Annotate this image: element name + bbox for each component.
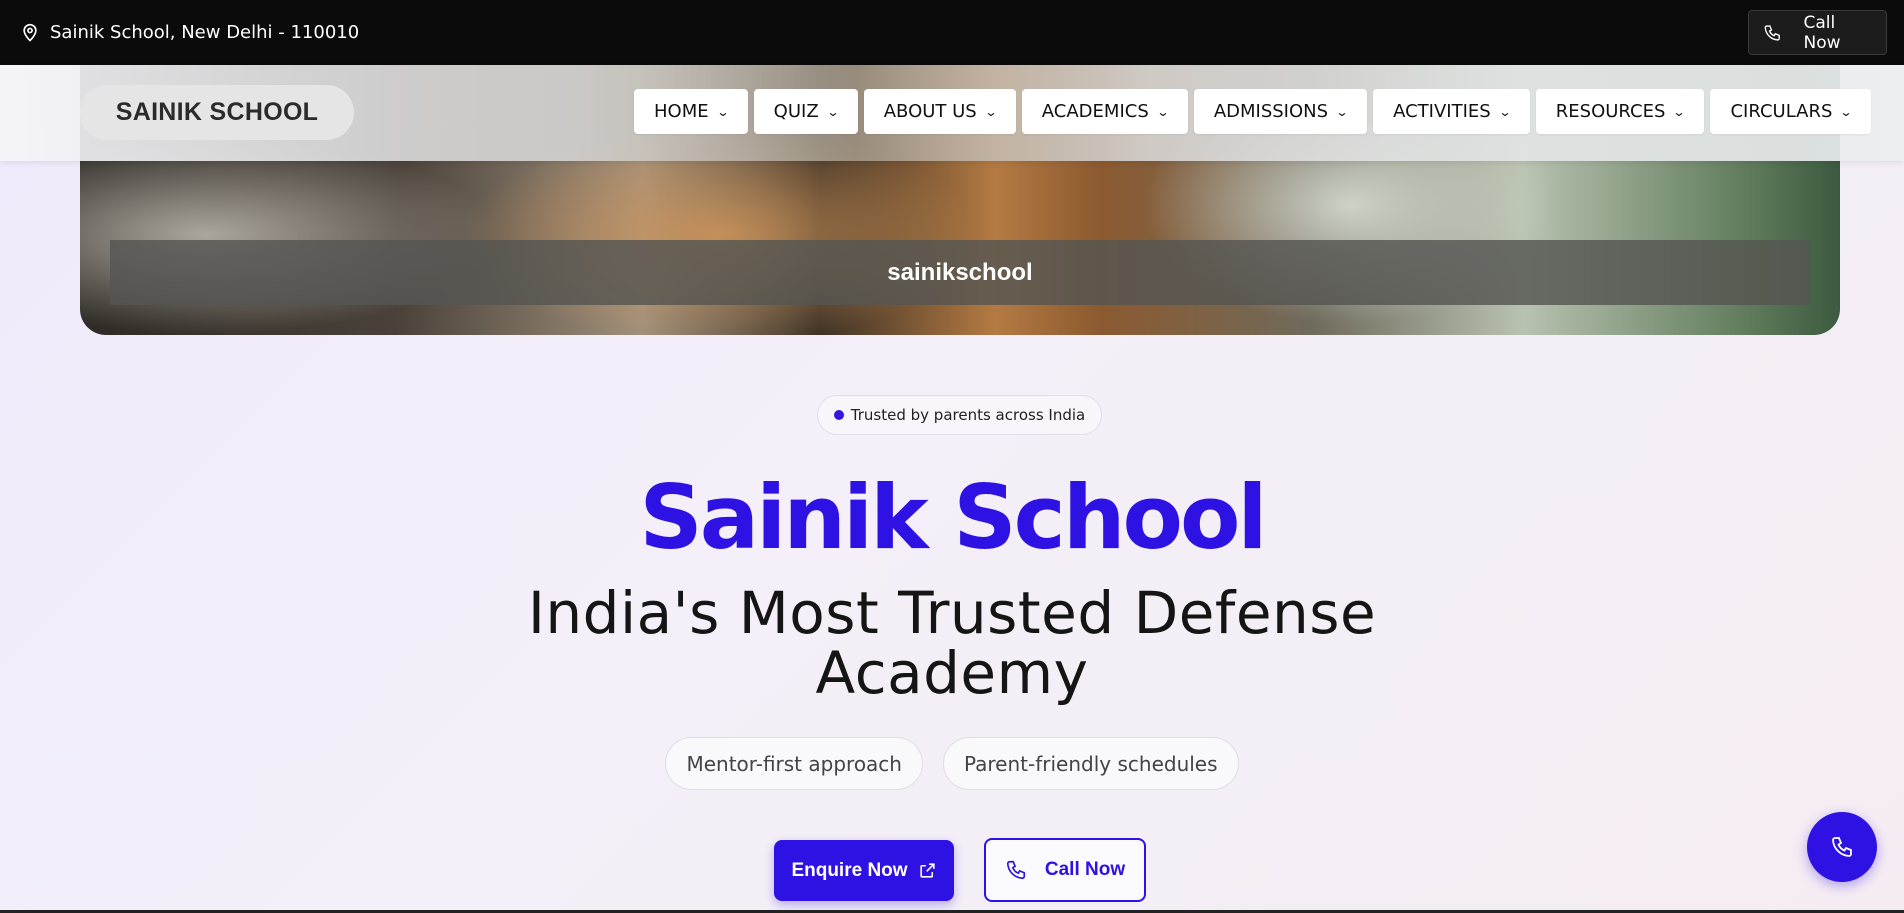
- location-text: Sainik School, New Delhi - 110010: [50, 22, 360, 43]
- page-subtitle: India's Most Trusted Defense Academy: [527, 579, 1377, 707]
- phone-icon: [1006, 860, 1025, 880]
- floating-call-button[interactable]: [1807, 812, 1877, 882]
- nav-label: RESOURCES: [1555, 101, 1666, 122]
- page-title: Sainik School: [639, 466, 1267, 569]
- trust-badge: Trusted by parents across India: [817, 395, 1102, 435]
- top-bar: Sainik School, New Delhi - 110010 Call N…: [0, 0, 1904, 65]
- phone-icon: [1764, 24, 1780, 41]
- nav-label: ABOUT US: [883, 101, 977, 122]
- chevron-down-icon: ⌄: [1498, 104, 1512, 119]
- nav-item-quiz[interactable]: QUIZ ⌄: [753, 89, 858, 134]
- hero-caption: sainikschool: [110, 240, 1810, 305]
- nav-label: CIRCULARS: [1730, 101, 1833, 122]
- nav-label: ADMISSIONS: [1213, 101, 1329, 122]
- enquire-now-button[interactable]: Enquire Now: [774, 840, 954, 901]
- chevron-down-icon: ⌄: [1672, 104, 1686, 119]
- chevron-down-icon: ⌄: [1839, 104, 1853, 119]
- chevron-down-icon: ⌄: [984, 104, 998, 119]
- brand-logo[interactable]: SAINIK SCHOOL: [80, 85, 354, 140]
- nav-label: ACTIVITIES: [1393, 101, 1491, 122]
- nav-item-circulars[interactable]: CIRCULARS ⌄: [1710, 89, 1872, 134]
- trust-badge-text: Trusted by parents across India: [850, 406, 1086, 424]
- chevron-down-icon: ⌄: [1156, 104, 1170, 119]
- cta-group: Enquire Now Call Now: [774, 838, 1146, 902]
- top-call-now-button[interactable]: Call Now: [1748, 10, 1887, 55]
- chevron-down-icon: ⌄: [716, 104, 730, 119]
- top-call-label: Call Now: [1803, 12, 1841, 53]
- feature-pills: Mentor-first approach Parent-friendly sc…: [0, 737, 1904, 790]
- enquire-label: Enquire Now: [791, 859, 908, 881]
- nav-item-activities[interactable]: ACTIVITIES ⌄: [1373, 89, 1530, 134]
- external-link-icon: [919, 863, 935, 878]
- nav-label: ACADEMICS: [1041, 101, 1149, 122]
- map-pin-icon: [23, 23, 37, 42]
- nav-item-academics[interactable]: ACADEMICS ⌄: [1021, 89, 1188, 134]
- nav-label: HOME: [654, 101, 709, 122]
- call-now-label: Call Now: [1044, 859, 1126, 880]
- phone-icon: [1832, 837, 1852, 857]
- nav-menu: HOME ⌄ QUIZ ⌄ ABOUT US ⌄ ACADEMICS ⌄ ADMISSI…: [634, 89, 1872, 134]
- feature-pill: Parent-friendly schedules: [942, 737, 1239, 790]
- nav-label: QUIZ: [773, 101, 819, 122]
- chevron-down-icon: ⌄: [1335, 104, 1349, 119]
- main-nav: SAINIK SCHOOL HOME ⌄ QUIZ ⌄ ABOUT US ⌄ ACAD…: [0, 65, 1904, 161]
- nav-item-resources[interactable]: RESOURCES ⌄: [1535, 89, 1705, 134]
- chevron-down-icon: ⌄: [826, 104, 840, 119]
- call-now-button[interactable]: Call Now: [984, 838, 1146, 902]
- dot-icon: [833, 410, 844, 420]
- nav-item-about-us[interactable]: ABOUT US ⌄: [863, 89, 1016, 134]
- nav-item-home[interactable]: HOME ⌄: [634, 89, 748, 134]
- location-info: Sainik School, New Delhi - 110010: [20, 22, 359, 43]
- feature-pill: Mentor-first approach: [665, 737, 923, 790]
- nav-item-admissions[interactable]: ADMISSIONS ⌄: [1193, 89, 1368, 134]
